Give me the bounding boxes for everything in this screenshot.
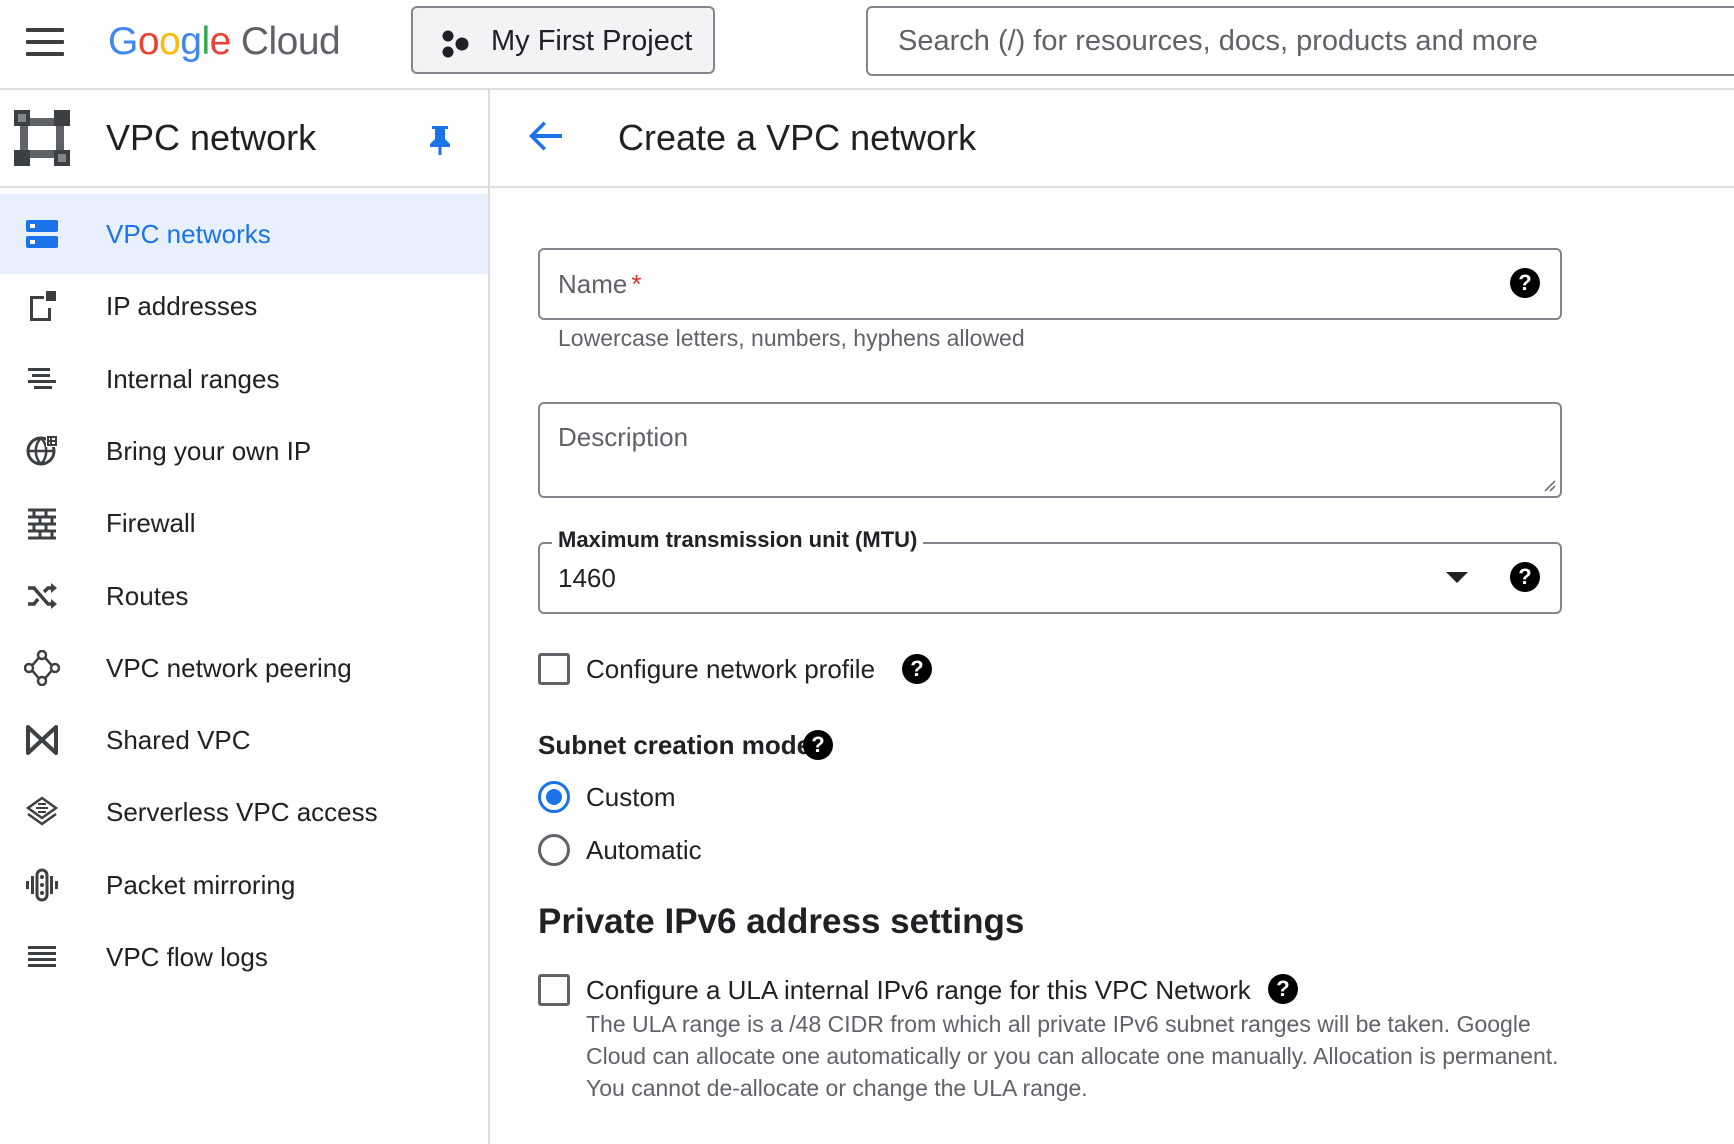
- name-hint-text: Lowercase letters, numbers, hyphens allo…: [558, 325, 1025, 351]
- routes-icon: [28, 582, 57, 609]
- logo-letter: o: [159, 20, 181, 63]
- sidebar-item-vpc-networks[interactable]: VPC networks: [0, 194, 488, 274]
- subnet-mode-automatic-label[interactable]: Automatic: [586, 834, 702, 866]
- shared-vpc-icon: [26, 725, 58, 756]
- sidebar-item-label: Bring your own IP: [106, 435, 312, 466]
- logo-letter: g: [180, 20, 202, 63]
- sidebar-item-label: Routes: [106, 580, 189, 611]
- serverless-icon: [25, 796, 59, 826]
- ula-range-checkbox[interactable]: [538, 974, 570, 1006]
- sidebar-item-label: Shared VPC: [106, 725, 251, 756]
- packet-mirroring-icon: [26, 868, 58, 902]
- project-name: My First Project: [491, 25, 693, 57]
- subnet-mode-help-icon[interactable]: ?: [803, 730, 833, 760]
- project-picker-button[interactable]: My First Project: [411, 6, 715, 74]
- sidebar-item-vpc-flow-logs[interactable]: VPC flow logs: [0, 917, 488, 997]
- sidebar-item-serverless-vpc-access[interactable]: Serverless VPC access: [0, 772, 488, 852]
- search-input[interactable]: [898, 8, 1728, 74]
- subnet-mode-heading: Subnet creation mode: [538, 730, 812, 760]
- ula-range-description: The ULA range is a /48 CIDR from which a…: [586, 1011, 1559, 1101]
- description-field[interactable]: [538, 402, 1562, 498]
- pin-icon[interactable]: [426, 124, 454, 156]
- sidebar-item-label: IP addresses: [106, 291, 258, 322]
- mtu-value: 1460: [558, 563, 616, 593]
- project-icon: [442, 30, 469, 58]
- main-menu-icon[interactable]: [26, 28, 64, 58]
- logo-cloud-word: Cloud: [240, 20, 341, 63]
- mtu-select[interactable]: Maximum transmission unit (MTU) 1460 ?: [538, 527, 1562, 614]
- logo-letter: o: [137, 20, 160, 63]
- sidebar-item-bring-your-own-ip[interactable]: Bring your own IP: [0, 411, 488, 491]
- logo-letter: e: [209, 20, 232, 63]
- network-profile-checkbox[interactable]: [538, 653, 570, 685]
- name-field[interactable]: Name * ?: [538, 248, 1562, 320]
- network-profile-label[interactable]: Configure network profile: [586, 653, 875, 685]
- sidebar-item-vpc-network-peering[interactable]: VPC network peering: [0, 628, 488, 708]
- dropdown-arrow-icon[interactable]: [1446, 572, 1468, 583]
- internal-ranges-icon: [28, 367, 56, 389]
- sidebar-item-label: VPC networks: [106, 219, 271, 249]
- ula-range-label[interactable]: Configure a ULA internal IPv6 range for …: [586, 974, 1251, 1006]
- sidebar-item-label: Firewall: [106, 508, 196, 539]
- search-bar[interactable]: [866, 6, 1734, 76]
- sidebar-title: VPC network: [106, 117, 317, 158]
- sidebar-item-label: Serverless VPC access: [106, 797, 378, 828]
- subnet-mode-automatic-radio[interactable]: [538, 834, 570, 866]
- sidebar-header: VPC network: [0, 90, 488, 188]
- subnet-mode-custom-radio[interactable]: [538, 781, 570, 813]
- logo-google-word: Google: [108, 20, 231, 63]
- resize-handle-icon[interactable]: [1542, 478, 1556, 492]
- network-profile-help-icon[interactable]: ?: [902, 654, 932, 684]
- ip-addresses-icon: [30, 291, 56, 322]
- sidebar-item-label: VPC flow logs: [106, 942, 268, 972]
- sidebar-item-label: Packet mirroring: [106, 869, 296, 900]
- flow-logs-icon: [28, 946, 56, 967]
- logo-letter: G: [108, 20, 138, 63]
- description-input[interactable]: [558, 422, 1518, 488]
- page-title: Create a VPC network: [618, 117, 977, 158]
- ipv6-section-heading: Private IPv6 address settings: [538, 902, 1025, 941]
- back-arrow-icon[interactable]: [526, 116, 566, 156]
- sidebar-item-firewall[interactable]: Firewall: [0, 483, 488, 563]
- google-cloud-logo[interactable]: Google Cloud: [108, 14, 341, 70]
- firewall-icon: [28, 508, 56, 540]
- top-bar: Google Cloud My First Project: [0, 0, 1734, 90]
- sidebar-item-packet-mirroring[interactable]: Packet mirroring: [0, 845, 488, 925]
- vpc-network-product-icon: [14, 110, 70, 166]
- sidebar-item-internal-ranges[interactable]: Internal ranges: [0, 339, 488, 419]
- page-header: Create a VPC network: [490, 90, 1734, 188]
- sidebar-item-shared-vpc[interactable]: Shared VPC: [0, 700, 488, 780]
- logo-letter: l: [201, 20, 210, 63]
- sidebar-item-label: VPC network peering: [106, 652, 352, 683]
- globe-icon: [26, 434, 58, 466]
- ula-range-help-icon[interactable]: ?: [1268, 974, 1298, 1004]
- sidebar: VPC network VPC networks IP addresses Inte…: [0, 90, 490, 1144]
- vpc-networks-icon: [26, 220, 58, 248]
- sidebar-item-routes[interactable]: Routes: [0, 556, 488, 636]
- name-input[interactable]: [558, 250, 1478, 318]
- sidebar-item-ip-addresses[interactable]: IP addresses: [0, 266, 488, 346]
- peering-icon: [24, 649, 60, 686]
- subnet-mode-custom-label[interactable]: Custom: [586, 781, 676, 813]
- mtu-help-icon[interactable]: ?: [1510, 562, 1540, 592]
- sidebar-item-label: Internal ranges: [106, 363, 280, 394]
- name-help-icon[interactable]: ?: [1510, 268, 1540, 298]
